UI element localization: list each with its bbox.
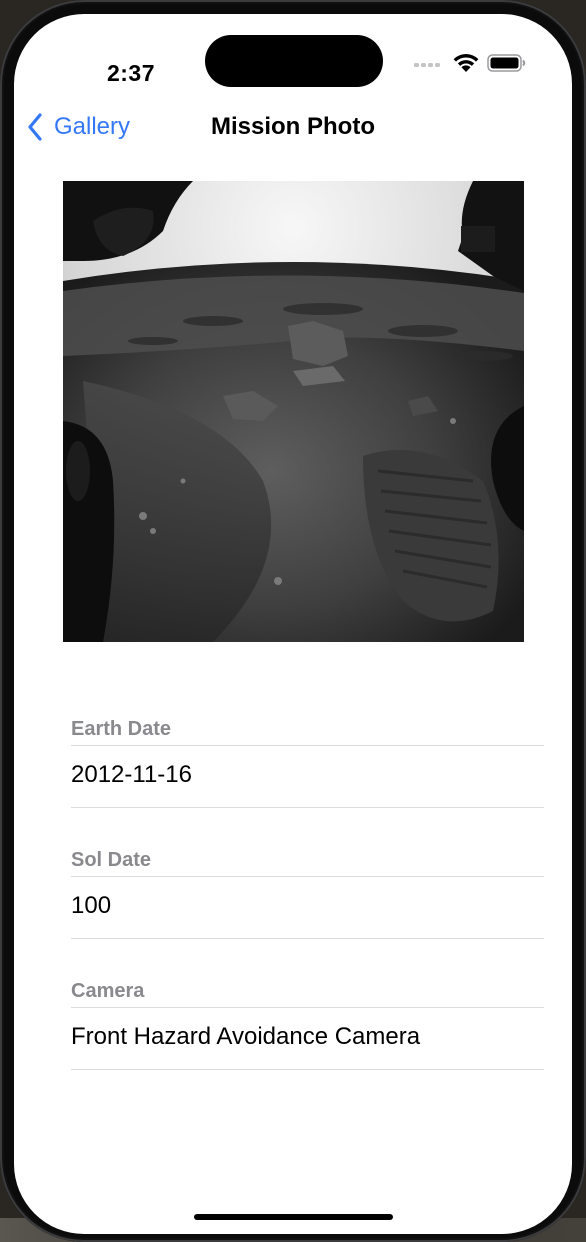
back-button-label: Gallery: [54, 113, 131, 140]
detail-section-camera: Camera Front Hazard Avoidance Camera: [71, 976, 544, 1107]
divider: [71, 938, 544, 939]
mission-photo: [63, 181, 524, 642]
divider: [71, 1007, 544, 1008]
chevron-left-icon: [28, 113, 42, 141]
app-screen: 2:37 Mission Photo Gallery Earth Date 20…: [14, 14, 572, 1234]
detail-list: Earth Date 2012-11-16 Sol Date 100 Camer…: [71, 714, 544, 1107]
section-header: Camera: [71, 980, 145, 1002]
divider: [71, 807, 544, 808]
divider: [71, 745, 544, 746]
earth-date-value: 2012-11-16: [71, 761, 192, 788]
detail-section-earth-date: Earth Date 2012-11-16: [71, 714, 544, 845]
mars-terrain-image: [63, 181, 524, 642]
home-indicator[interactable]: [194, 1214, 393, 1220]
dynamic-island: [205, 35, 383, 87]
battery-icon: [487, 54, 526, 72]
cellular-signal-icon: [414, 61, 444, 67]
section-header: Sol Date: [71, 849, 152, 871]
device-frame: 2:37 Mission Photo Gallery Earth Date 20…: [0, 0, 586, 1242]
detail-section-sol-date: Sol Date 100: [71, 845, 544, 976]
sol-date-value: 100: [71, 892, 112, 919]
divider: [71, 1069, 544, 1070]
wifi-icon: [453, 53, 479, 72]
status-time: 2:37: [106, 60, 156, 86]
section-header: Earth Date: [71, 718, 172, 740]
camera-value: Front Hazard Avoidance Camera: [71, 1023, 421, 1050]
divider: [71, 876, 544, 877]
back-button[interactable]: Gallery: [26, 112, 130, 142]
